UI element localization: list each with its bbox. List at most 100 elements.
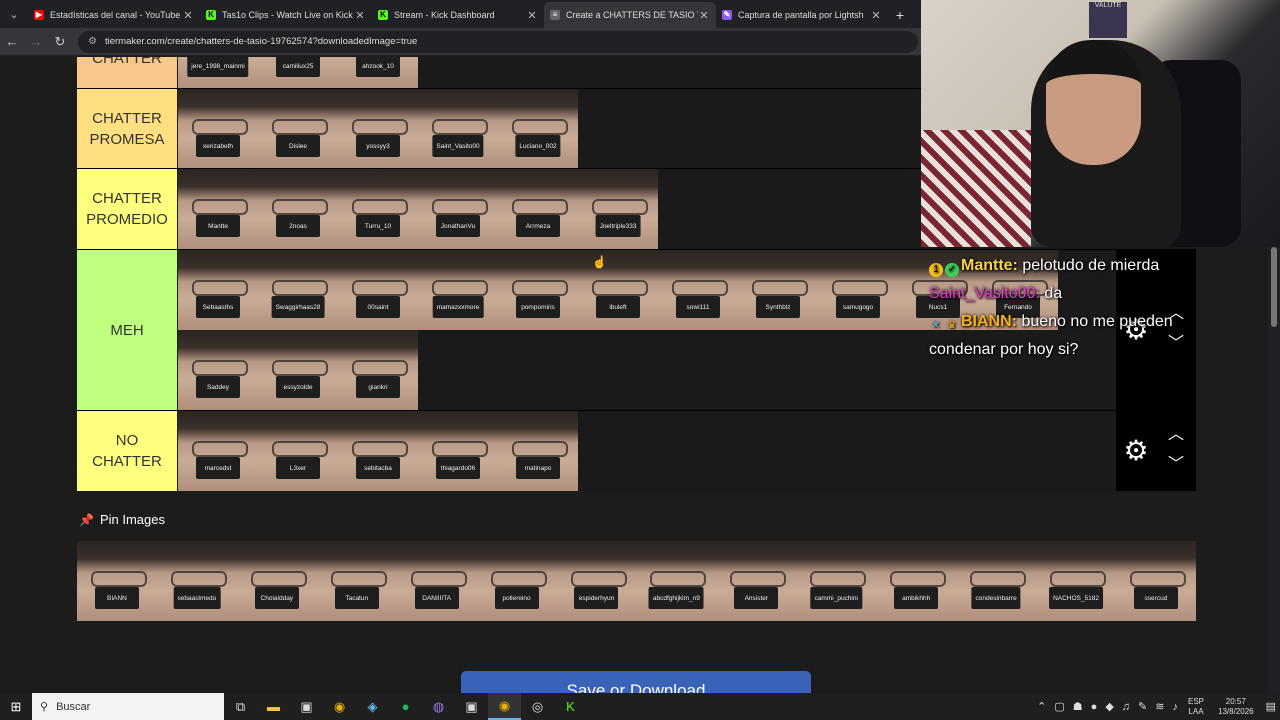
tray-app-icon[interactable]: ▢ [1054, 700, 1064, 713]
chatter-image[interactable]: Synthblz [738, 250, 818, 330]
chatter-name-tag: ahzook_10 [356, 57, 400, 77]
wifi-icon[interactable]: ≋ [1155, 700, 1164, 713]
chatter-image[interactable]: DANIIIITA [396, 541, 477, 621]
scrollbar-thumb[interactable] [1271, 247, 1277, 327]
chevron-down-icon[interactable]: ﹀ [1164, 457, 1188, 473]
close-icon[interactable]: ✕ [698, 9, 710, 22]
close-icon[interactable]: ✕ [182, 9, 194, 22]
chatter-image[interactable]: Dislee [258, 89, 338, 169]
chatter-image[interactable]: L3xer [258, 411, 338, 491]
chatter-image[interactable]: essyzolde [258, 330, 338, 410]
close-icon[interactable]: ✕ [526, 9, 538, 22]
chatter-image[interactable]: Swaggirhaas28 [258, 250, 338, 330]
verified-icon: ✓ [945, 263, 959, 277]
new-tab-icon[interactable]: + [888, 2, 912, 28]
clock[interactable]: 20:57 13/8/2026 [1218, 697, 1254, 717]
chatter-image[interactable]: Choialdday [236, 541, 317, 621]
chatter-image[interactable]: ahzook_10 [338, 57, 418, 89]
tray-app-icon[interactable]: ◆ [1105, 700, 1113, 713]
chevron-up-icon[interactable]: ︿ [1164, 427, 1188, 443]
chatter-image[interactable]: Arrmeza [498, 169, 578, 249]
chatter-image[interactable]: jere_1998_mainmi [178, 57, 258, 89]
site-info-icon[interactable]: ⚙ [88, 36, 97, 47]
chatter-image[interactable]: Saddey [178, 330, 258, 410]
chrome-active-icon[interactable]: ◉ [488, 693, 521, 720]
close-icon[interactable]: ✕ [870, 9, 882, 22]
chatter-image[interactable]: Saint_Vasito00 [418, 89, 498, 169]
chatter-image[interactable]: Joeltriple333 [578, 169, 658, 249]
chatter-image[interactable]: camiliux25 [258, 57, 338, 89]
chatter-image[interactable]: Mantte [178, 169, 258, 249]
chatter-image[interactable]: xerizabeth [178, 89, 258, 169]
chatter-image[interactable]: Ansister [716, 541, 797, 621]
obs-icon[interactable]: ◎ [521, 693, 554, 720]
chatter-image[interactable]: 2noas [258, 169, 338, 249]
pen-icon[interactable]: ✎ [1138, 700, 1147, 713]
save-or-download-button[interactable]: Save or Download [461, 671, 811, 693]
taskbar-search-input[interactable]: ⚲ Buscar [32, 693, 224, 720]
app-icon[interactable]: ▣ [290, 693, 323, 720]
chat-message: Saint_Vasito00: da [929, 280, 1219, 308]
chatter-image[interactable]: sebaaslmedo [156, 541, 237, 621]
forward-icon[interactable]: → [24, 30, 48, 54]
steam-icon[interactable]: ◈ [356, 693, 389, 720]
app-icon[interactable]: ▣ [455, 693, 488, 720]
speaker-icon[interactable]: ♫ [1122, 701, 1130, 713]
tab-kick-dashboard[interactable]: K Stream - Kick Dashboard ✕ [372, 2, 544, 28]
file-explorer-icon[interactable]: ▬ [257, 693, 290, 720]
back-icon[interactable]: ← [0, 30, 24, 54]
chatter-image[interactable]: JonathanVu [418, 169, 498, 249]
chatter-image[interactable]: giankri [338, 330, 418, 410]
network-icon[interactable]: ☗ [1073, 700, 1083, 713]
chatter-image[interactable]: marcedst [178, 411, 258, 491]
chatter-image[interactable]: pompomiris [498, 250, 578, 330]
chatter-image[interactable]: sowi111 [658, 250, 738, 330]
chatter-image[interactable]: NACHOS_5182 [1036, 541, 1116, 621]
kick-icon: K [206, 10, 216, 20]
chatter-image[interactable]: Turru_10 [338, 169, 418, 249]
tab-tiermaker[interactable]: ≡ Create a CHATTERS DE TASIO T ✕ [544, 2, 716, 28]
notifications-icon[interactable]: ▤ [1266, 700, 1276, 713]
chatter-image[interactable]: 00saint [338, 250, 418, 330]
chevron-up-icon[interactable]: ⌃ [1037, 700, 1046, 713]
chatter-image[interactable]: BIANN [77, 541, 157, 621]
kick-app-icon[interactable]: K [554, 693, 587, 720]
chatter-image[interactable]: Tacatun [316, 541, 397, 621]
spotify-icon[interactable]: ● [389, 693, 422, 720]
discord-icon[interactable]: ◍ [422, 693, 455, 720]
windows-start-icon[interactable]: ⊞ [0, 693, 32, 720]
tab-lightshot[interactable]: ✎ Captura de pantalla por Lightsh ✕ [716, 2, 888, 28]
url-input[interactable]: ⚙ tiermaker.com/create/chatters-de-tasio… [78, 30, 918, 53]
task-view-icon[interactable]: ⧉ [224, 693, 257, 720]
chatter-image[interactable]: ambikhhh [876, 541, 957, 621]
chatter-image[interactable]: yossyy3 [338, 89, 418, 169]
chrome-icon[interactable]: ◉ [323, 693, 356, 720]
chatter-image[interactable]: sebitacba [338, 411, 418, 491]
chatter-image[interactable]: pollereino [476, 541, 557, 621]
chatter-image[interactable]: abcdfghijklm_n9 [636, 541, 717, 621]
chatter-image[interactable]: matinapo [498, 411, 578, 491]
volume-icon[interactable]: ♪ [1172, 701, 1178, 713]
chatter-image[interactable]: condesinbarre [956, 541, 1037, 621]
reload-icon[interactable]: ↻ [48, 30, 72, 54]
webcam-poster: VALUTE [1089, 2, 1127, 38]
chatter-image[interactable]: samugogo [818, 250, 898, 330]
microphone-icon[interactable]: ● [1091, 701, 1098, 713]
tab-youtube[interactable]: ▶ Estadísticas del canal - YouTube ✕ [28, 2, 200, 28]
chatter-name-tag: Saddey [196, 376, 240, 398]
tab-search-icon[interactable]: ⌄ [0, 0, 28, 28]
chatter-image[interactable]: Luciano_002 [498, 89, 578, 169]
chatter-image[interactable]: mamazxxmore [418, 250, 498, 330]
chatter-name-tag: samugogo [836, 296, 880, 318]
chatter-image[interactable]: ibuleft [578, 250, 658, 330]
chatter-image[interactable]: Sebaasths [178, 250, 258, 330]
gear-icon[interactable]: ⚙ [1122, 437, 1150, 465]
chatter-image[interactable]: cammi_puchini [796, 541, 877, 621]
close-icon[interactable]: ✕ [354, 9, 366, 22]
language-indicator[interactable]: ESP LAA [1188, 697, 1204, 717]
tab-kick-clips[interactable]: K Tas1o Clips - Watch Live on Kick ✕ [200, 2, 372, 28]
chatter-image[interactable]: espiderhyun [556, 541, 637, 621]
chatter-image[interactable]: ssercud [1115, 541, 1196, 621]
chat-username: Saint_Vasito00: [929, 285, 1040, 302]
chatter-image[interactable]: thiagardo06 [418, 411, 498, 491]
